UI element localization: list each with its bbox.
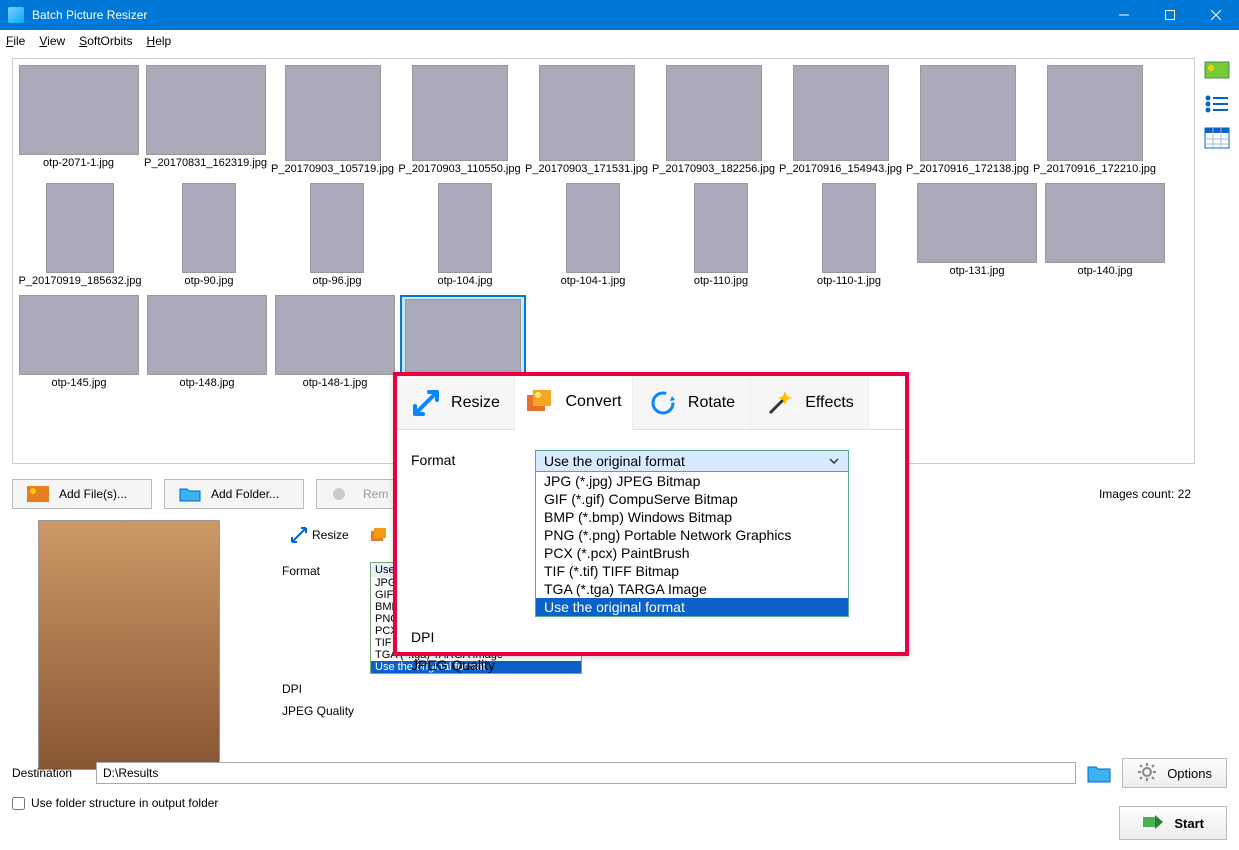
destination-input[interactable]: [96, 762, 1076, 784]
window-controls: [1101, 0, 1239, 30]
start-button[interactable]: Start: [1119, 806, 1227, 840]
format-combo[interactable]: Use the original format JPG (*.jpg) JPEG…: [535, 450, 849, 617]
add-file-icon: [27, 486, 49, 502]
thumb-item[interactable]: P_20170916_172210.jpg: [1032, 65, 1157, 175]
folder-icon: [179, 486, 201, 502]
resize-icon: [411, 388, 441, 418]
view-list-icon[interactable]: [1203, 92, 1231, 116]
thumb-item[interactable]: otp-110.jpg: [658, 183, 784, 287]
thumb-item[interactable]: otp-131.jpg: [914, 183, 1040, 287]
menu-view[interactable]: View: [39, 34, 65, 48]
thumb-item[interactable]: P_20170916_154943.jpg: [778, 65, 903, 175]
thumb-item[interactable]: P_20170903_171531.jpg: [524, 65, 649, 175]
thumb-item[interactable]: otp-96.jpg: [274, 183, 400, 287]
jpeg-label-small: JPEG Quality: [282, 702, 362, 718]
add-folder-button[interactable]: Add Folder...: [164, 479, 304, 509]
format-option[interactable]: GIF (*.gif) CompuServe Bitmap: [536, 490, 848, 508]
format-option[interactable]: TGA (*.tga) TARGA Image: [536, 580, 848, 598]
thumb-item[interactable]: P_20170903_105719.jpg: [270, 65, 395, 175]
folder-structure-input[interactable]: [12, 797, 25, 810]
tab-convert[interactable]: Convert: [515, 376, 633, 430]
menubar: File View SoftOrbits Help: [0, 30, 1239, 52]
app-icon: [8, 7, 24, 23]
preview-image: [38, 520, 220, 770]
format-option[interactable]: JPG (*.jpg) JPEG Bitmap: [536, 472, 848, 490]
format-label-small: Format: [282, 562, 362, 578]
chevron-down-icon: [828, 455, 840, 467]
thumb-item[interactable]: otp-148.jpg: [144, 295, 270, 389]
tab-convert-small[interactable]: [359, 520, 397, 550]
format-option[interactable]: PCX (*.pcx) PaintBrush: [536, 544, 848, 562]
remove-icon: [331, 486, 353, 502]
convert-icon: [525, 387, 555, 417]
start-icon: [1142, 813, 1164, 834]
tab-resize[interactable]: Resize: [397, 376, 515, 429]
thumb-item[interactable]: otp-104.jpg: [402, 183, 528, 287]
format-option-selected[interactable]: Use the original format: [536, 598, 848, 616]
menu-file[interactable]: File: [6, 34, 25, 48]
destination-row: Destination Options: [12, 760, 1227, 786]
remove-button[interactable]: Rem: [316, 479, 403, 509]
close-button[interactable]: [1193, 0, 1239, 30]
thumb-item[interactable]: otp-140.jpg: [1042, 183, 1168, 287]
convert-panel-highlight: Resize Convert Rotate Effects Format Use…: [393, 372, 909, 656]
resize-icon: [290, 526, 308, 544]
menu-help[interactable]: Help: [147, 34, 172, 48]
options-button[interactable]: Options: [1122, 758, 1227, 788]
thumb-item[interactable]: P_20170919_185632.jpg: [16, 183, 144, 287]
effects-icon: [765, 388, 795, 418]
tab-effects[interactable]: Effects: [751, 376, 869, 429]
thumb-item[interactable]: P_20170916_172138.jpg: [905, 65, 1030, 175]
view-details-icon[interactable]: [1203, 126, 1231, 150]
format-option[interactable]: PNG (*.png) Portable Network Graphics: [536, 526, 848, 544]
format-option[interactable]: TIF (*.tif) TIFF Bitmap: [536, 562, 848, 580]
add-files-button[interactable]: Add File(s)...: [12, 479, 152, 509]
menu-softorbits[interactable]: SoftOrbits: [79, 34, 132, 48]
maximize-button[interactable]: [1147, 0, 1193, 30]
minimize-button[interactable]: [1101, 0, 1147, 30]
view-mode-toolbar: [1201, 58, 1233, 150]
images-count-label: Images count: 22: [1099, 487, 1191, 501]
window-title: Batch Picture Resizer: [32, 8, 1101, 22]
thumb-item[interactable]: otp-110-1.jpg: [786, 183, 912, 287]
thumb-item[interactable]: otp-90.jpg: [146, 183, 272, 287]
dpi-label: DPI: [411, 627, 515, 645]
titlebar: Batch Picture Resizer: [0, 0, 1239, 30]
browse-folder-button[interactable]: [1086, 762, 1112, 784]
thumb-item[interactable]: P_20170903_110550.jpg: [397, 65, 522, 175]
gear-icon: [1137, 762, 1157, 785]
convert-icon: [369, 526, 387, 544]
thumb-item[interactable]: P_20170903_182256.jpg: [651, 65, 776, 175]
format-options-list: JPG (*.jpg) JPEG Bitmap GIF (*.gif) Comp…: [536, 471, 848, 616]
thumb-item[interactable]: P_20170831_162319.jpg: [143, 65, 268, 175]
format-label: Format: [411, 450, 515, 468]
destination-label: Destination: [12, 766, 86, 780]
thumb-item[interactable]: otp-148-1.jpg: [272, 295, 398, 389]
tab-resize-small[interactable]: Resize: [280, 520, 359, 550]
format-option[interactable]: BMP (*.bmp) Windows Bitmap: [536, 508, 848, 526]
thumb-item[interactable]: otp-104-1.jpg: [530, 183, 656, 287]
jpeg-quality-label: JPEG Quality: [411, 655, 515, 673]
view-thumbnails-icon[interactable]: [1203, 58, 1231, 82]
thumb-item[interactable]: otp-145.jpg: [16, 295, 142, 389]
tab-rotate[interactable]: Rotate: [633, 376, 751, 429]
thumb-item[interactable]: otp-2071-1.jpg: [16, 65, 141, 175]
rotate-icon: [648, 388, 678, 418]
folder-structure-checkbox[interactable]: Use folder structure in output folder: [12, 796, 218, 810]
dpi-label-small: DPI: [282, 680, 362, 696]
